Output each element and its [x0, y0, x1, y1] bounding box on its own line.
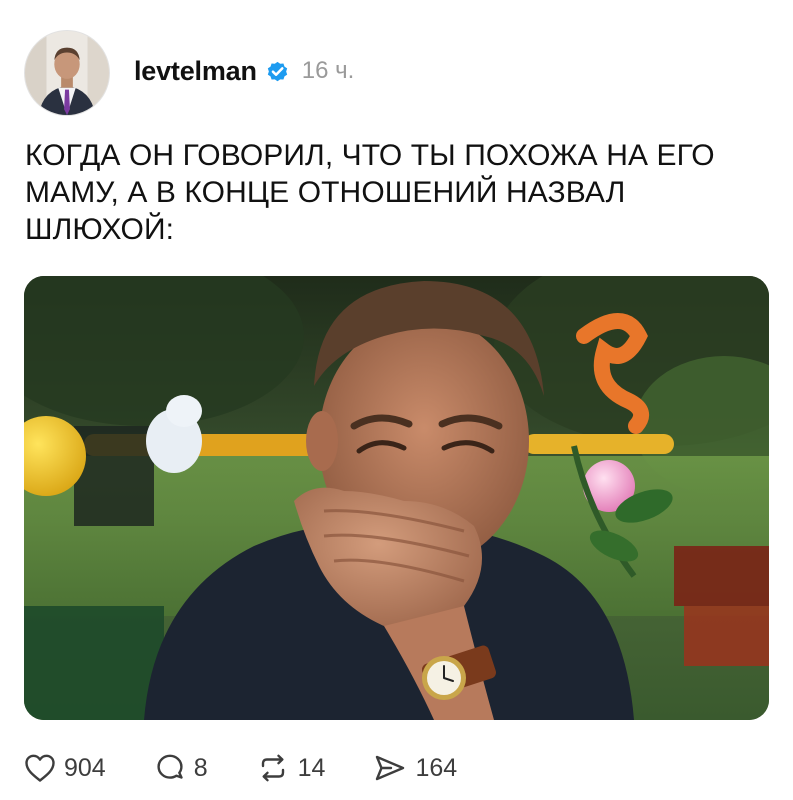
reply-count: 8 [193, 753, 208, 782]
author-avatar[interactable] [24, 30, 110, 116]
post-header: levtelman 16 ч. [134, 54, 354, 88]
repost-button[interactable]: 14 [256, 753, 326, 783]
author-username[interactable]: levtelman [134, 56, 257, 87]
share-count: 164 [415, 753, 458, 782]
post-card: levtelman 16 ч. КОГДА ОН ГОВОРИЛ, ЧТО ТЫ… [0, 0, 793, 800]
post-timestamp: 16 ч. [301, 57, 355, 84]
meme-image [24, 276, 769, 720]
repost-icon [261, 754, 284, 782]
repost-count: 14 [297, 753, 326, 782]
avatar-image [25, 31, 109, 115]
verified-badge-icon [265, 59, 290, 84]
comment-icon [157, 754, 183, 779]
like-button[interactable]: 904 [24, 753, 106, 783]
post-text: КОГДА ОН ГОВОРИЛ, ЧТО ТЫ ПОХОЖА НА ЕГО М… [25, 139, 715, 246]
post-actions: 904 8 14 164 [24, 748, 505, 788]
send-icon [376, 755, 405, 781]
heart-icon [25, 754, 55, 782]
like-count: 904 [64, 753, 106, 782]
reply-button[interactable]: 8 [154, 753, 208, 783]
post-media-image[interactable] [24, 276, 769, 720]
share-button[interactable]: 164 [373, 753, 457, 783]
